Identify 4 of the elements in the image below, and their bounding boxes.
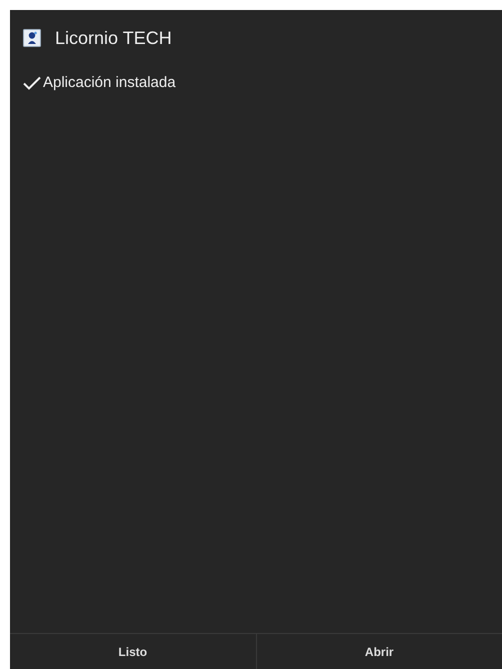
checkmark-icon (22, 74, 42, 90)
app-icon (23, 29, 41, 47)
window-title: Licornio TECH (55, 28, 172, 48)
status-text: Aplicación instalada (43, 74, 176, 91)
